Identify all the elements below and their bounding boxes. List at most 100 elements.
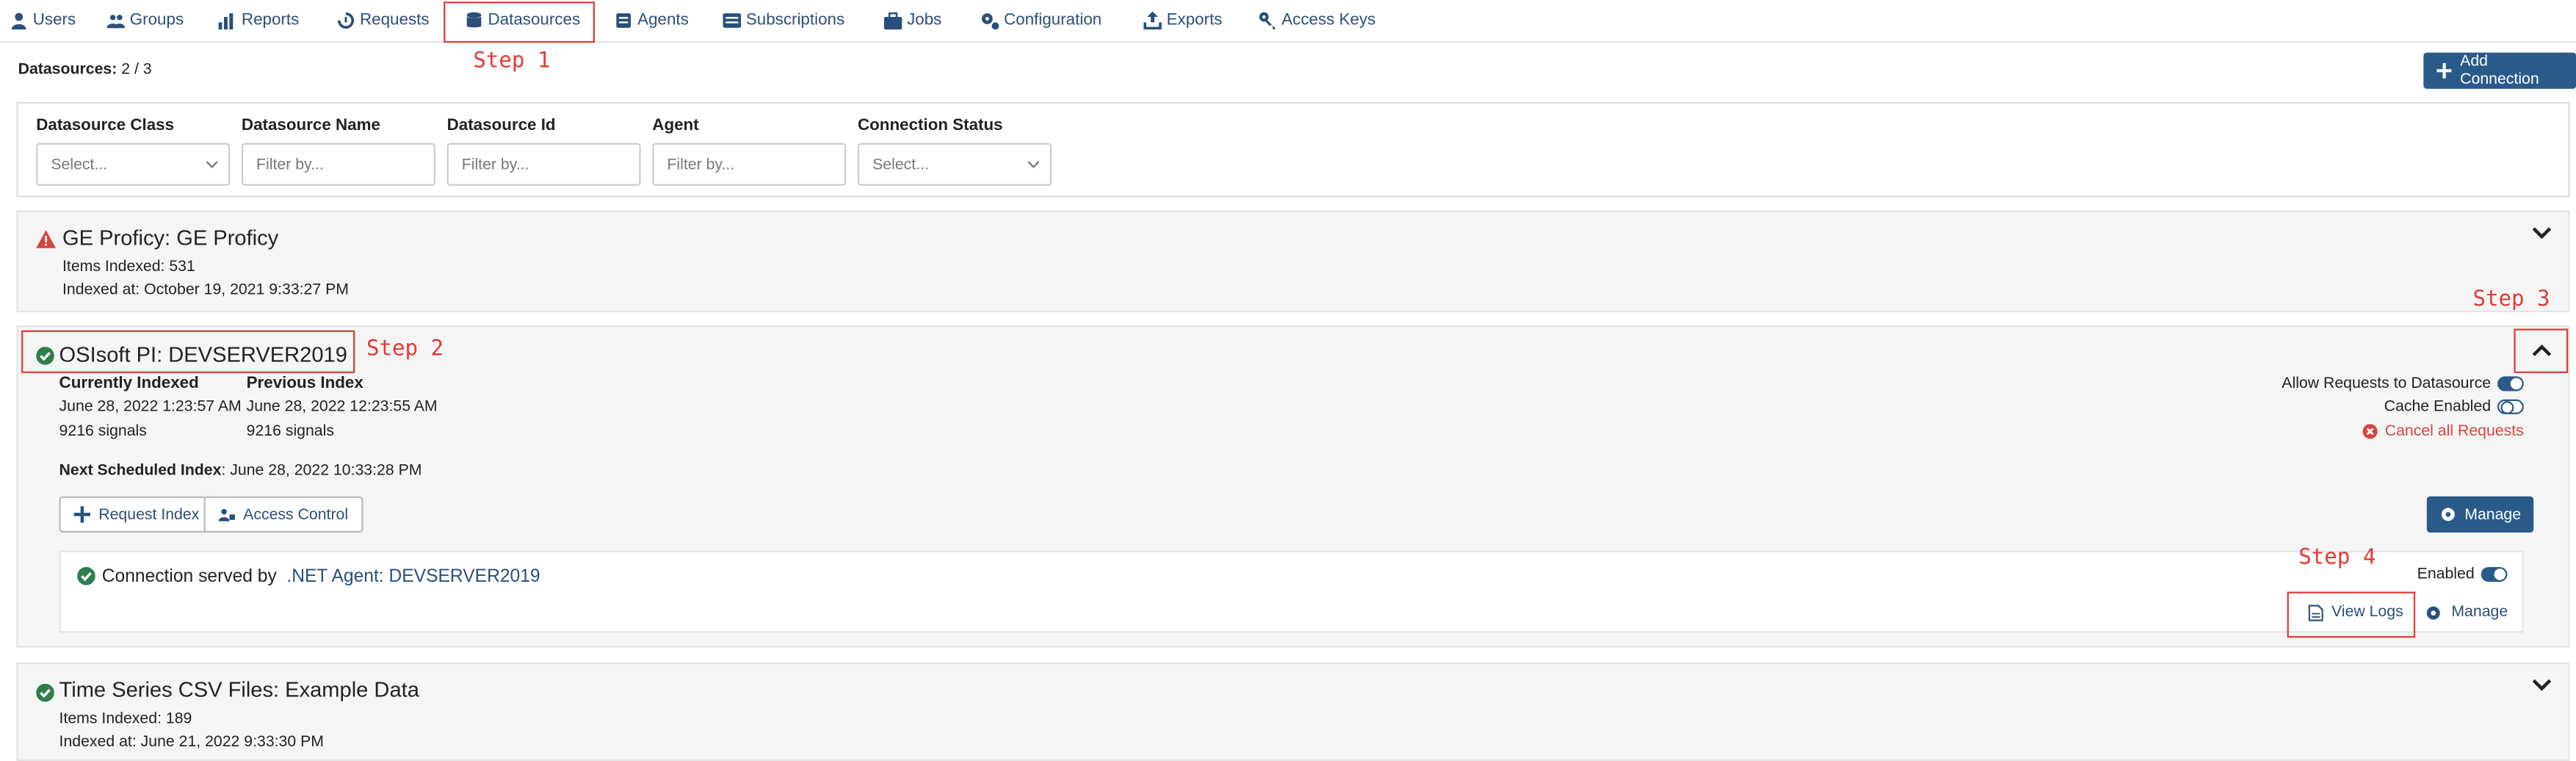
filter-class-label: Datasource Class [36,116,175,135]
cache-enabled-toggle[interactable] [2497,399,2524,415]
reports-icon [218,12,234,29]
filter-status-label: Connection Status [857,116,1003,135]
previous-index-date: June 28, 2022 12:23:55 AM [246,397,438,416]
next-scheduled-value: : June 28, 2022 10:33:28 PM [221,461,422,480]
allow-requests-label: Allow Requests to Datasource [2282,375,2492,393]
chevron-down-icon[interactable] [2532,226,2552,242]
allow-requests-toggle[interactable] [2497,376,2524,392]
card-title: Time Series CSV Files: Example Data [59,677,419,702]
key-icon [1259,11,1276,29]
step2-highlight [21,330,355,373]
check-circle-icon [36,683,54,702]
connection-served-by: Connection served by .NET Agent: DEVSERV… [102,567,540,587]
chevron-down-icon[interactable] [2532,677,2552,693]
datasource-count-label: Datasources: [18,60,117,79]
current-index-signals: 9216 signals [59,422,147,441]
chevron-down-icon [206,161,218,168]
card-title: GE Proficy: GE Proficy [62,225,279,250]
connection-status-value: Select... [872,156,929,175]
groups-icon [106,14,126,28]
datasource-card-csv[interactable]: Time Series CSV Files: Example Data Item… [16,662,2570,761]
view-logs-label: View Logs [2331,603,2403,621]
datasource-count: Datasources: 2 / 3 [18,61,152,79]
nav-requests[interactable]: Requests [337,0,430,40]
nav-reports[interactable]: Reports [218,0,300,40]
next-scheduled-label: Next Scheduled Index [59,461,222,480]
plus-icon [2436,62,2452,79]
top-nav: Users Groups Reports Requests Datasource… [0,0,2576,43]
nav-exports[interactable]: Exports [1143,0,1222,40]
previous-index-label: Previous Index [246,375,363,393]
manage-connection-label: Manage [2451,603,2508,621]
nav-users-label: Users [32,10,76,29]
step2-label: Step 2 [366,336,444,362]
cache-enabled-label: Cache Enabled [2384,397,2492,416]
indexed-at: Indexed at: October 19, 2021 9:33:27 PM [62,281,350,300]
file-icon [2308,604,2323,621]
manage-connection-link[interactable]: Manage [2425,603,2508,621]
step4-label: Step 4 [2298,545,2376,571]
gear-icon [2441,508,2455,522]
cancel-all-requests-link[interactable]: Cancel all Requests [2362,422,2524,441]
nav-access-keys[interactable]: Access Keys [1259,0,1375,40]
nav-reports-label: Reports [241,10,300,29]
datasource-card-osi: OSIsoft PI: DEVSERVER2019 Step 2 Current… [16,325,2570,648]
nav-agents[interactable]: Agents [615,0,689,40]
nav-jobs-label: Jobs [907,10,942,29]
nav-groups-label: Groups [129,10,184,29]
times-circle-icon [2362,424,2377,439]
nav-configuration-label: Configuration [1004,10,1102,29]
nav-configuration[interactable]: Configuration [981,0,1101,40]
request-index-button[interactable]: Request Index [59,496,214,533]
connection-agent-link[interactable]: .NET Agent: DEVSERVER2019 [286,567,540,587]
datasource-id-placeholder: Filter by... [461,156,529,175]
chevron-up-icon[interactable] [2532,344,2552,358]
allow-requests-row: Allow Requests to Datasource [2282,375,2524,393]
warning-icon [36,230,57,248]
access-control-label: Access Control [243,505,349,524]
subscriptions-icon [723,12,742,27]
connection-panel: Connection served by .NET Agent: DEVSERV… [59,546,2524,638]
add-connection-button[interactable]: Add Connection [2423,52,2576,89]
nav-subscriptions[interactable]: Subscriptions [723,0,845,40]
nav-jobs[interactable]: Jobs [883,0,942,40]
datasource-name-input[interactable]: Filter by... [241,143,435,186]
user-lock-icon [218,508,235,522]
current-index-date: June 28, 2022 1:23:57 AM [59,397,242,416]
filter-name-label: Datasource Name [241,116,380,135]
current-index-label: Currently Indexed [59,375,199,393]
items-indexed: Items Indexed: 531 [62,258,195,276]
datasource-card-ge[interactable]: GE Proficy: GE Proficy Items Indexed: 53… [16,210,2570,313]
connection-prefix: Connection served by [101,566,277,587]
nav-subscriptions-label: Subscriptions [745,10,845,29]
requests-icon [337,11,355,28]
view-logs-link[interactable]: View Logs [2308,603,2403,621]
add-connection-label: Add Connection [2460,52,2539,89]
connection-enabled-row: Enabled [2417,565,2508,584]
step1-highlight [444,1,595,43]
filter-panel: Datasource Class Select... Datasource Na… [16,101,2570,198]
export-icon [1143,10,1162,29]
datasource-count-value: 2 / 3 [121,60,152,79]
request-index-label: Request Index [98,505,200,524]
nav-requests-label: Requests [360,10,430,29]
nav-groups[interactable]: Groups [106,0,184,40]
connection-status-select[interactable]: Select... [857,143,1052,186]
nav-access-keys-label: Access Keys [1281,10,1376,29]
indexed-at: Indexed at: June 21, 2022 9:33:30 PM [59,732,324,751]
nav-users[interactable]: Users [10,0,76,40]
datasource-id-input[interactable]: Filter by... [446,143,641,186]
manage-datasource-button[interactable]: Manage [2426,496,2534,533]
next-scheduled-index: Next Scheduled Index: June 28, 2022 10:3… [59,462,422,480]
gear-icon [2426,605,2440,619]
cancel-all-requests-label: Cancel all Requests [2384,422,2524,441]
nav-agents-label: Agents [637,10,689,29]
nav-exports-label: Exports [1166,10,1223,29]
connection-enabled-toggle[interactable] [2481,566,2508,583]
manage-datasource-label: Manage [2464,505,2522,524]
datasource-class-select[interactable]: Select... [36,143,231,186]
connection-enabled-label: Enabled [2417,565,2475,584]
agent-placeholder: Filter by... [667,156,735,175]
agent-input[interactable]: Filter by... [652,143,847,186]
access-control-button[interactable]: Access Control [203,496,363,533]
